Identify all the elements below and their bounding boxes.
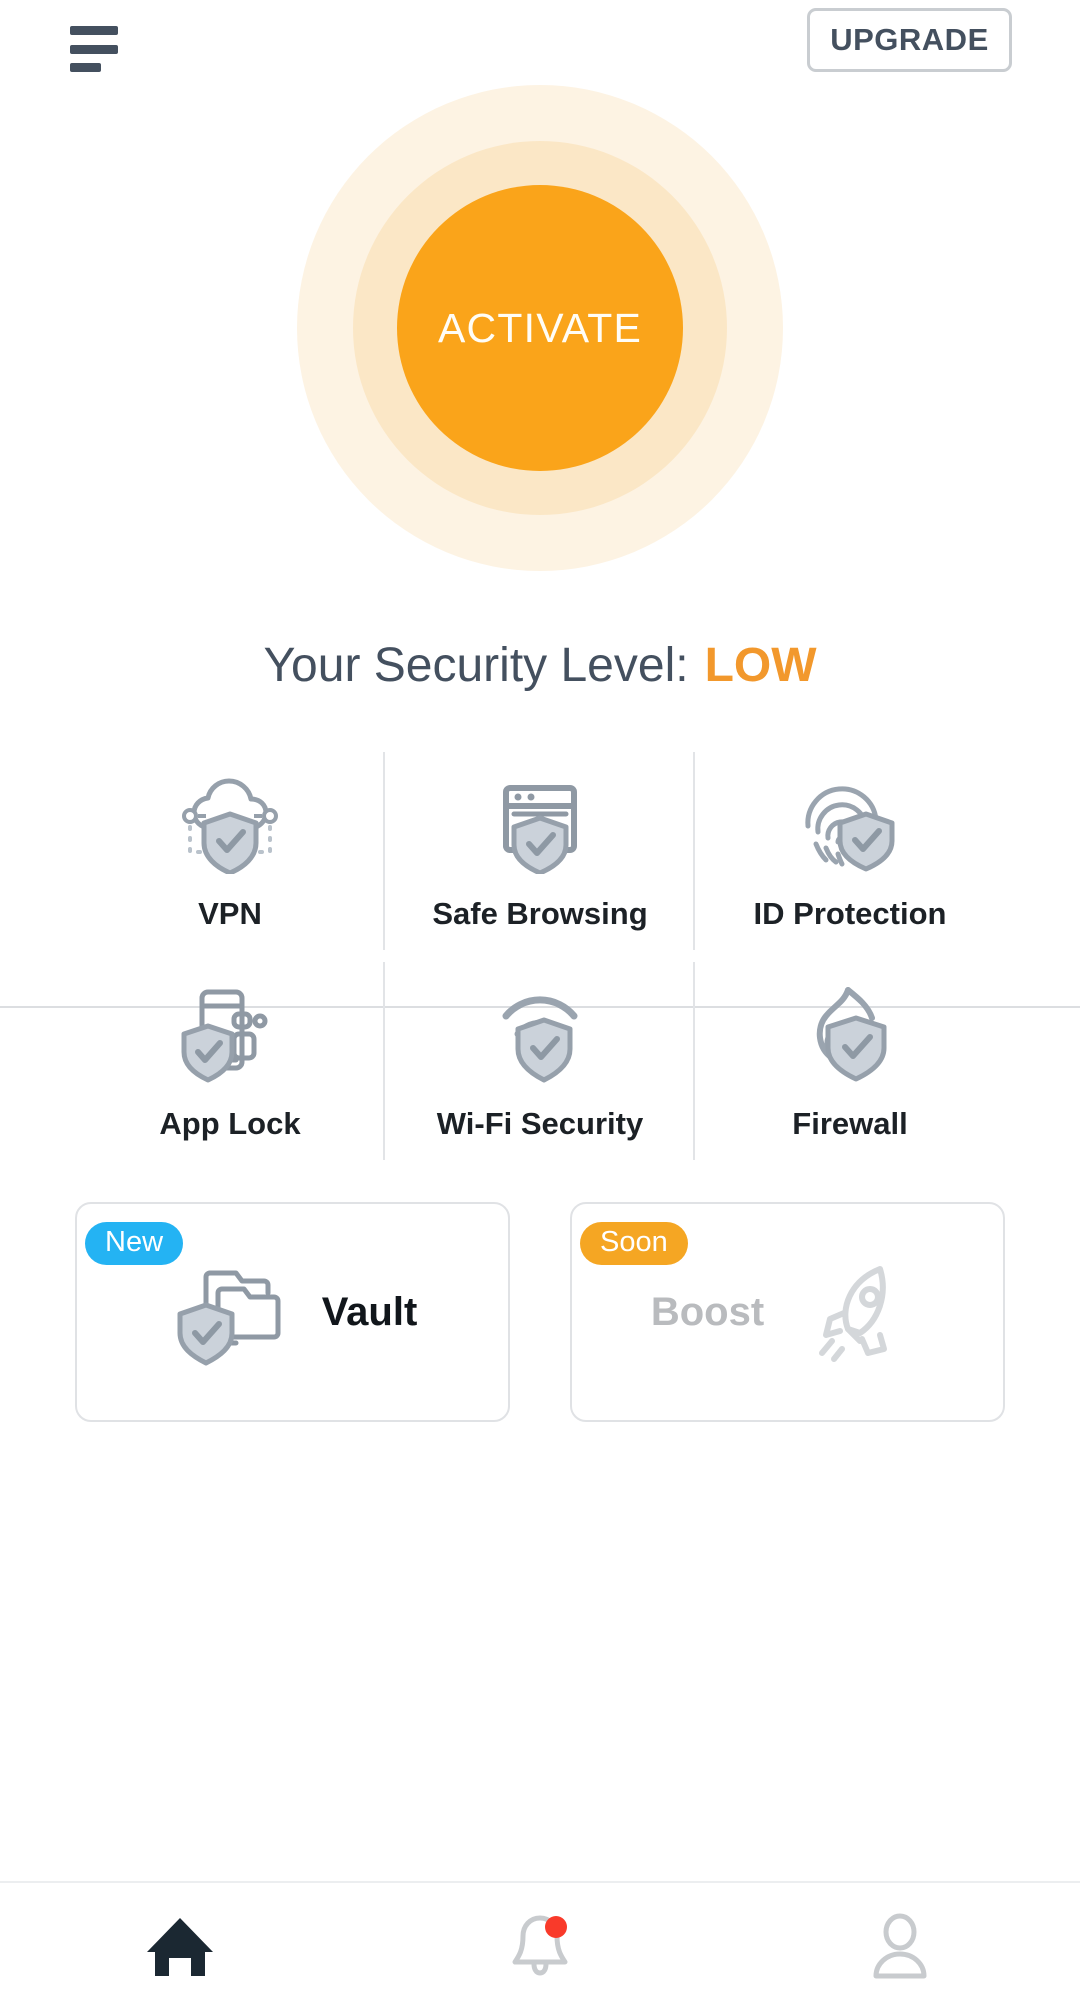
bell-icon	[501, 1908, 579, 1986]
notification-badge-dot	[545, 1916, 567, 1938]
security-level-value: LOW	[704, 638, 817, 692]
menu-line-1	[70, 26, 118, 35]
feature-label: App Lock	[159, 1106, 301, 1141]
feature-label: ID Protection	[753, 896, 947, 931]
cloud-shield-icon	[174, 770, 286, 874]
upgrade-button[interactable]: UPGRADE	[807, 8, 1012, 72]
feature-app-lock[interactable]: App Lock	[75, 956, 385, 1166]
feature-label: Firewall	[792, 1106, 908, 1141]
activate-button[interactable]: ACTIVATE	[397, 185, 683, 471]
activate-section: ACTIVATE	[0, 78, 1080, 578]
upgrade-button-label: UPGRADE	[830, 22, 989, 57]
boost-card[interactable]: Soon Boost	[570, 1202, 1005, 1422]
profile-icon	[861, 1908, 939, 1986]
hamburger-menu-icon[interactable]	[70, 26, 126, 72]
boost-card-label: Boost	[650, 1289, 765, 1334]
rocket-icon	[804, 1257, 924, 1367]
bottom-navigation	[0, 1881, 1080, 2011]
nav-item-notifications[interactable]	[360, 1883, 720, 2011]
menu-line-2	[70, 44, 118, 54]
promo-cards: New Vault Soon Boost	[75, 1202, 1005, 1422]
app-header: UPGRADE	[0, 0, 1080, 100]
nav-item-home[interactable]	[0, 1883, 360, 2011]
feature-wifi-security[interactable]: Wi-Fi Security	[385, 956, 695, 1166]
vault-card[interactable]: New Vault	[75, 1202, 510, 1422]
soon-badge: Soon	[580, 1222, 688, 1265]
security-level-label: Your Security Level:	[263, 638, 689, 692]
feature-safe-browsing[interactable]: Safe Browsing	[385, 746, 695, 956]
feature-label: Safe Browsing	[432, 896, 648, 931]
nav-item-profile[interactable]	[720, 1883, 1080, 2011]
activate-ring-middle: ACTIVATE	[353, 141, 727, 515]
folders-shield-icon	[176, 1257, 296, 1367]
home-icon	[141, 1908, 219, 1986]
phone-apps-shield-icon	[174, 980, 286, 1084]
wifi-shield-icon	[484, 980, 596, 1084]
menu-line-3	[70, 63, 101, 72]
new-badge: New	[85, 1222, 184, 1265]
browser-shield-icon	[484, 770, 596, 874]
feature-firewall[interactable]: Firewall	[695, 956, 1005, 1166]
feature-id-protection[interactable]: ID Protection	[695, 746, 1005, 956]
fingerprint-shield-icon	[794, 770, 906, 874]
feature-grid: VPN Safe Browsing ID Protection App Lock…	[0, 746, 1080, 1166]
feature-label: Wi-Fi Security	[436, 1106, 644, 1141]
flame-shield-icon	[794, 980, 906, 1084]
vault-card-label: Vault	[321, 1289, 418, 1334]
feature-label: VPN	[198, 896, 262, 931]
app-screen: UPGRADE ACTIVATE Your Security Level: LO…	[0, 0, 1080, 2011]
activate-button-label: ACTIVATE	[438, 304, 642, 351]
feature-vpn[interactable]: VPN	[75, 746, 385, 956]
security-level-row: Your Security Level: LOW	[0, 578, 1080, 728]
activate-ring-outer: ACTIVATE	[297, 85, 783, 571]
